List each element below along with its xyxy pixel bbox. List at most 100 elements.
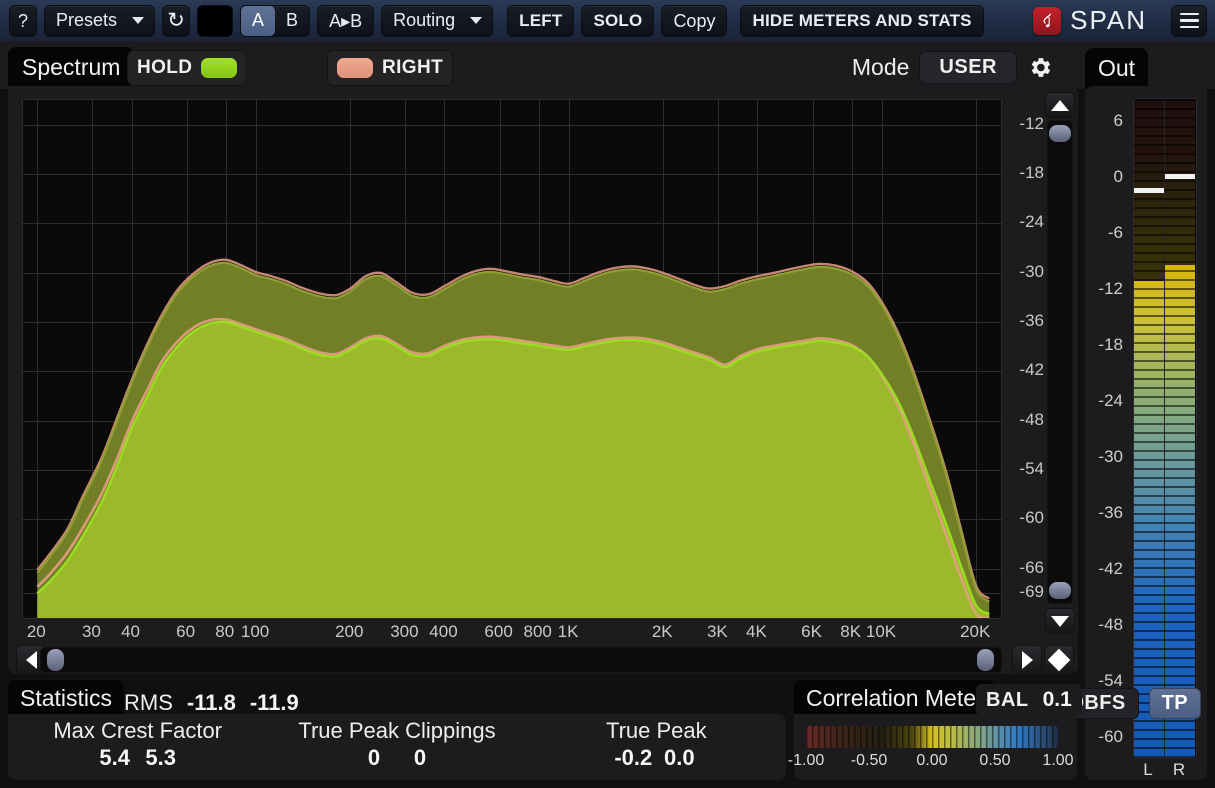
x-tick-label: 300 xyxy=(390,622,418,642)
tab-correlation-meter[interactable]: Correlation Meter xyxy=(794,680,996,716)
presets-group[interactable]: Presets xyxy=(44,5,155,37)
x-tick-label: 400 xyxy=(429,622,457,642)
spectrum-panel xyxy=(8,86,1078,674)
y-tick-label: -36 xyxy=(1019,311,1044,331)
a-to-b-button[interactable]: A▸B xyxy=(317,5,374,37)
b-button[interactable]: B xyxy=(275,6,309,36)
correlation-tick-label: -1.00 xyxy=(788,752,824,770)
y-tick-label: -24 xyxy=(1019,212,1044,232)
stat-left-value: 5.4 xyxy=(92,744,138,772)
mode-control: Mode USER xyxy=(852,50,1053,84)
copy-button[interactable]: Copy xyxy=(661,5,727,37)
spectrum-graph xyxy=(23,100,1001,618)
db-axis-labels: -12-18-24-30-36-42-48-54-60-66-69 xyxy=(1004,86,1048,616)
y-tick-label: -66 xyxy=(1019,558,1044,578)
scroll-down-button[interactable] xyxy=(1045,608,1075,634)
meter-tick-overlay xyxy=(1134,99,1196,757)
x-tick-label: 80 xyxy=(215,622,234,642)
correlation-bar xyxy=(806,726,1058,748)
mode-label: Mode xyxy=(852,54,910,81)
y-tick-label: -54 xyxy=(1019,459,1044,479)
reload-icon[interactable]: ↻ xyxy=(162,5,190,37)
help-button[interactable]: ? xyxy=(9,5,37,37)
tab-statistics[interactable]: Statistics xyxy=(8,680,124,716)
stat-max-crest-factor: Max Crest Factor 5.45.3 xyxy=(8,718,267,780)
gear-icon[interactable] xyxy=(1027,54,1053,80)
a-button[interactable]: A xyxy=(241,6,275,36)
tp-button[interactable]: TP xyxy=(1149,688,1201,719)
scroll-right-button[interactable] xyxy=(1012,645,1042,675)
rms-right-value: -11.9 xyxy=(250,690,299,716)
x-tick-label: 20 xyxy=(27,622,46,642)
right-label: RIGHT xyxy=(382,57,443,79)
bal-label: BAL xyxy=(986,689,1029,712)
x-tick-label: 40 xyxy=(121,622,140,642)
spectrum-plot[interactable] xyxy=(22,99,1002,619)
range-bottom-handle[interactable] xyxy=(1049,582,1071,599)
reset-view-button[interactable] xyxy=(1044,645,1074,675)
meter-label-left: L xyxy=(1143,760,1152,780)
left-button[interactable]: LEFT xyxy=(507,5,574,37)
color-swatch[interactable] xyxy=(197,5,233,37)
span-logo-icon xyxy=(1033,7,1061,35)
right-color-swatch[interactable] xyxy=(337,58,373,78)
correlation-tick-labels: -1.00-0.500.000.501.00 xyxy=(794,752,1077,776)
scroll-up-button[interactable] xyxy=(1045,92,1075,118)
hold-color-swatch[interactable] xyxy=(201,58,237,78)
x-tick-label: 2K xyxy=(652,622,673,642)
x-tick-label: 10K xyxy=(866,622,896,642)
left-peak-indicator xyxy=(1134,188,1164,193)
hold-control[interactable]: HOLD xyxy=(127,50,247,86)
tab-out[interactable]: Out xyxy=(1085,48,1148,89)
meter-label-right: R xyxy=(1173,760,1185,780)
solo-button[interactable]: SOLO xyxy=(581,5,654,37)
range-left-handle[interactable] xyxy=(47,649,64,671)
presets-caret-down-icon[interactable] xyxy=(128,6,154,36)
stat-left-value: -0.2 xyxy=(610,744,656,772)
y-tick-label: -18 xyxy=(1019,163,1044,183)
hamburger-icon[interactable] xyxy=(1171,5,1207,37)
horizontal-scrollbar-track[interactable] xyxy=(40,647,1002,673)
mode-value[interactable]: USER xyxy=(919,51,1017,84)
output-meter[interactable] xyxy=(1133,98,1197,758)
vertical-scrollbar-track[interactable] xyxy=(1047,120,1073,604)
routing-caret-down-icon[interactable] xyxy=(466,6,492,36)
routing-label[interactable]: Routing xyxy=(382,6,466,36)
app-name: SPAN xyxy=(1070,5,1147,36)
rms-left-value: -11.8 xyxy=(187,690,236,716)
x-tick-label: 60 xyxy=(176,622,195,642)
tab-spectrum[interactable]: Spectrum xyxy=(8,47,134,88)
top-toolbar: ? Presets ↻ A B A▸B Routing LEFT SOLO Co… xyxy=(0,0,1215,42)
spectrum-header: Spectrum HOLD Underlay RIGHT Mode USER xyxy=(0,41,1215,89)
underlay-right-control[interactable]: RIGHT xyxy=(327,50,453,86)
stat-title: True Peak xyxy=(527,718,786,744)
meter-tick-label: -48 xyxy=(1098,615,1123,635)
range-top-handle[interactable] xyxy=(1049,125,1071,142)
stat-right-value: 0 xyxy=(397,744,443,772)
span-plugin-window: ? Presets ↻ A B A▸B Routing LEFT SOLO Co… xyxy=(0,0,1215,788)
stat-true-peak: True Peak -0.20.0 xyxy=(527,718,786,780)
meter-tick-label: -6 xyxy=(1108,223,1123,243)
meter-tick-label: -12 xyxy=(1098,279,1123,299)
y-tick-label: -42 xyxy=(1019,360,1044,380)
meter-tick-label: -60 xyxy=(1098,727,1123,747)
correlation-tick-label: 0.50 xyxy=(979,752,1010,770)
stat-values: -0.20.0 xyxy=(527,744,786,772)
range-right-handle[interactable] xyxy=(977,649,994,671)
x-tick-label: 20K xyxy=(960,622,990,642)
meter-tick-label: -36 xyxy=(1098,503,1123,523)
hide-meters-and-stats-button[interactable]: HIDE METERS AND STATS xyxy=(740,5,983,37)
stat-right-value: 0.0 xyxy=(656,744,702,772)
x-tick-label: 6K xyxy=(801,622,822,642)
x-tick-label: 200 xyxy=(335,622,363,642)
right-peak-indicator xyxy=(1165,174,1195,179)
app-title: SPAN xyxy=(1033,5,1147,36)
routing-group[interactable]: Routing xyxy=(381,5,493,37)
rms-readout: RMS -11.8 -11.9 xyxy=(124,690,299,716)
meter-tick-label: -42 xyxy=(1098,559,1123,579)
y-tick-label: -30 xyxy=(1019,262,1044,282)
presets-label[interactable]: Presets xyxy=(45,6,128,36)
bal-value: 0.1 xyxy=(1043,688,1072,712)
correlation-tick-label: -0.50 xyxy=(851,752,887,770)
x-tick-label: 30 xyxy=(82,622,101,642)
